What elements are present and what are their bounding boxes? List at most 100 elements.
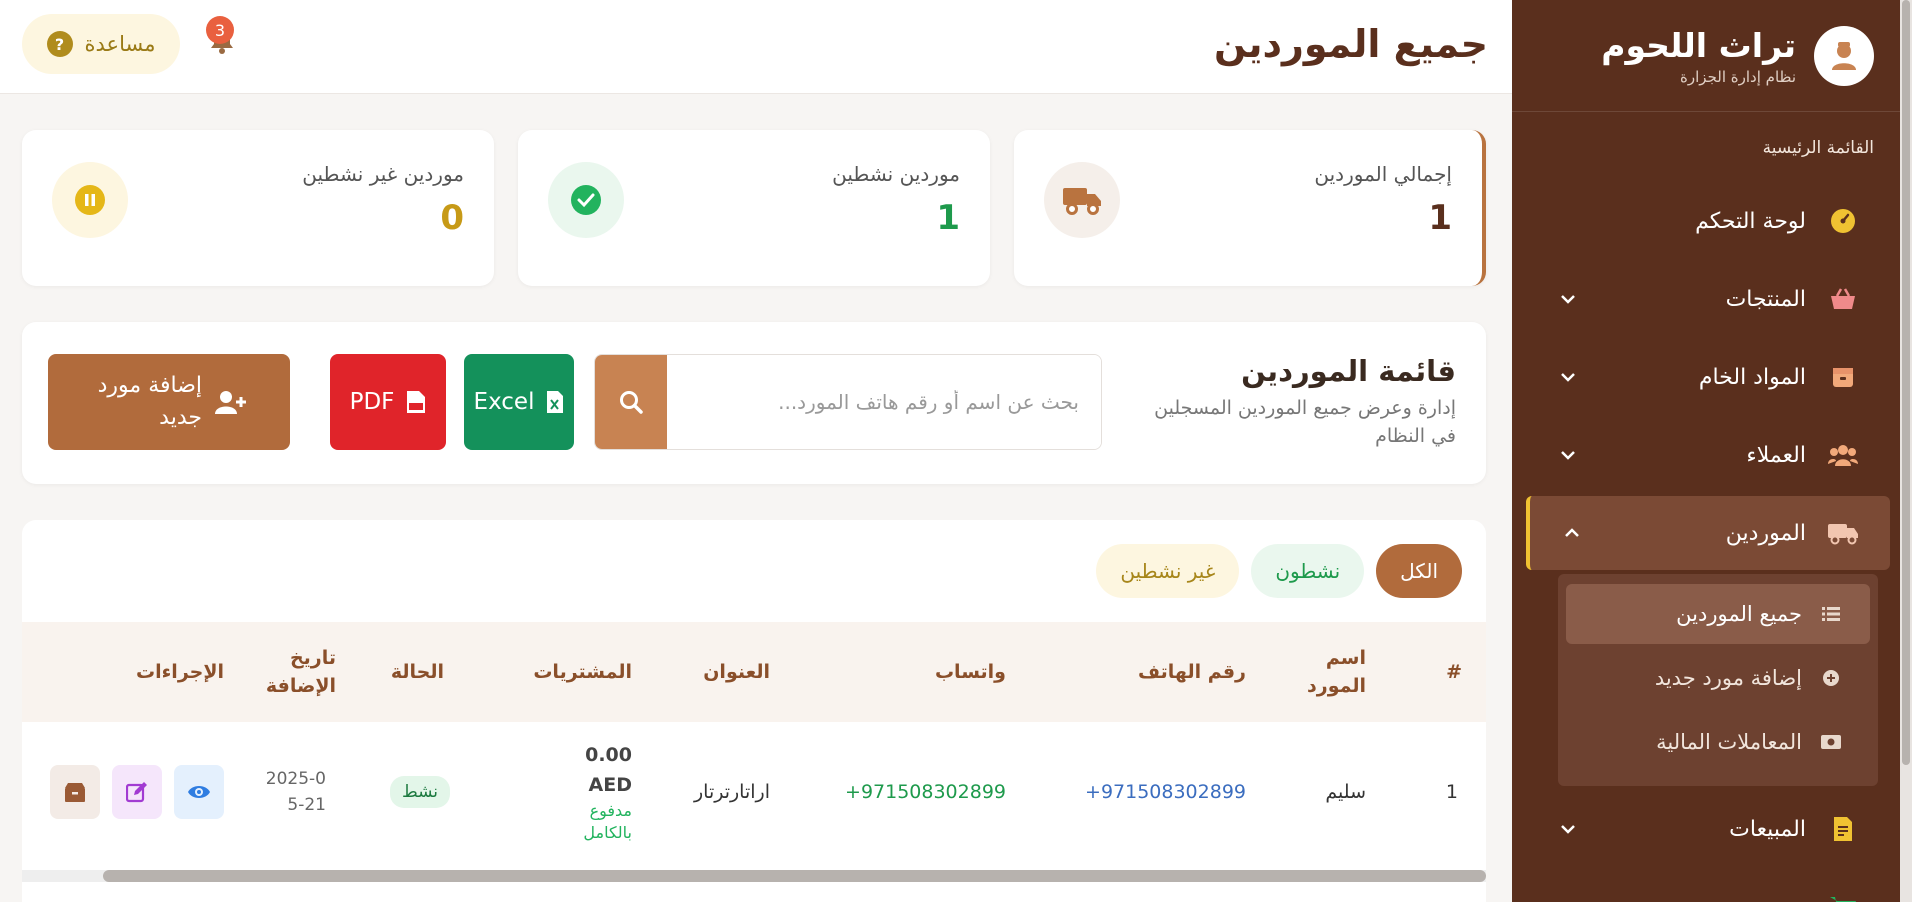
plus-circle-icon [1820,669,1842,687]
suppliers-submenu: جميع الموردين إضافة مورد جديد المعاملات … [1558,574,1878,786]
table-header: # اسم المورد رقم الهاتف واتساب العنوان ا… [22,622,1486,722]
submenu-item-label: المعاملات المالية [1656,730,1802,754]
cell-date: 2025-05-21 [265,769,326,815]
excel-file-icon [547,391,564,413]
submenu-item-label: جميع الموردين [1676,602,1802,626]
status-filters: الكل نشطون غير نشطين [1096,544,1462,598]
box-icon [65,783,85,802]
cell-status: نشط [389,722,450,862]
help-label: مساعدة [84,32,156,56]
export-excel-button[interactable]: Excel [464,354,574,450]
check-circle-icon [548,162,624,238]
column-header-name: اسم المورد [1307,647,1366,697]
edit-button[interactable] [112,765,162,819]
stat-value: 1 [936,198,960,238]
table-horizontal-scrollbar[interactable] [22,870,1486,882]
submenu-item-transactions[interactable]: المعاملات المالية [1566,712,1870,772]
sidebar-item-dashboard[interactable]: لوحة التحكم [1526,184,1890,258]
sidebar-scrollbar[interactable] [1900,0,1912,902]
purchases-amount: 0.00 [585,744,632,766]
cell-phone-link[interactable]: 971508302899+ [1085,722,1246,862]
filter-inactive[interactable]: غير نشطين [1096,544,1240,598]
cell-index: 1 [1445,781,1458,803]
sidebar-item-label: المنتجات [1725,286,1806,312]
submenu-item-label: إضافة مورد جديد [1654,666,1802,690]
top-header: جميع الموردين مساعدة ? 3 [0,0,1512,94]
cell-address: اراتارترتار [693,781,770,803]
question-icon: ? [46,31,73,57]
status-badge: نشط [389,776,450,808]
cell-name: سليم [1325,781,1366,803]
cell-purchases: 0.00 AED مدفوع بالكامل [532,722,632,862]
search-button[interactable] [595,355,667,449]
sidebar-item-products[interactable]: المنتجات [1526,262,1890,336]
sidebar-item-customers[interactable]: العملاء [1526,418,1890,492]
user-plus-icon [215,391,246,414]
basket-icon [1826,287,1860,311]
stat-label: موردين نشطين [832,162,960,186]
dashboard-icon [1826,208,1860,234]
chevron-down-icon [1556,294,1580,304]
filter-all[interactable]: الكل [1376,544,1462,598]
search-input[interactable] [667,355,1101,449]
brand-title: تراث اللحوم [1601,25,1796,65]
column-header-phone: رقم الهاتف [1138,661,1246,683]
chevron-down-icon [1556,372,1580,382]
submenu-item-add-supplier[interactable]: إضافة مورد جديد [1566,648,1870,708]
export-pdf-button[interactable]: PDF [330,354,446,450]
column-header-purchases: المشتريات [533,661,632,683]
sidebar-item-purchases-partial[interactable] [1526,870,1890,902]
purchases-status: مدفوع بالكامل [583,801,632,842]
notifications-button[interactable]: 3 [206,16,236,58]
add-supplier-label: إضافة مورد جديد [97,373,202,430]
edit-icon [126,782,147,803]
pdf-file-icon [407,391,426,413]
list-icon [1820,606,1842,622]
stat-card-inactive: موردين غير نشطين 0 [22,130,494,286]
sidebar-item-label: لوحة التحكم [1695,208,1806,234]
stat-label: موردين غير نشطين [302,162,464,186]
sidebar-item-sales[interactable]: المبيعات [1526,792,1890,866]
sidebar-item-label: المبيعات [1729,816,1806,842]
column-header-address: العنوان [703,661,770,683]
stat-value: 0 [440,198,464,238]
sidebar-item-label: المواد الخام [1698,364,1806,390]
box-icon [1826,365,1860,389]
stat-label: إجمالي الموردين [1314,162,1452,186]
purchases-currency: AED [588,774,632,796]
column-header-date: تاريخ الإضافة [265,647,336,697]
column-header-whatsapp: واتساب [934,661,1006,683]
archive-button[interactable] [50,765,100,819]
brand-subtitle: نظام إدارة الجزارة [1680,67,1796,86]
truck-icon [1044,162,1120,238]
cell-whatsapp-link[interactable]: 971508302899+ [845,722,1006,862]
column-header-status: الحالة [390,661,444,683]
stat-card-total: إجمالي الموردين 1 [1014,130,1486,286]
brand: تراث اللحوم نظام إدارة الجزارة [1512,0,1900,112]
sidebar-item-raw-materials[interactable]: المواد الخام [1526,340,1890,414]
column-header-index: # [1446,661,1462,683]
notification-badge: 3 [206,16,234,44]
chevron-down-icon [1556,450,1580,460]
cart-icon [1826,895,1860,902]
sidebar-item-label: الموردين [1725,520,1806,546]
search-icon [620,391,643,414]
excel-label: Excel [473,389,535,415]
filter-active[interactable]: نشطون [1251,544,1365,598]
truck-icon [1826,521,1860,545]
pdf-label: PDF [349,389,395,415]
chef-logo-icon [1814,25,1874,86]
sidebar-item-suppliers[interactable]: الموردين [1526,496,1890,570]
suppliers-toolbar-panel: قائمة الموردين إدارة وعرض جميع الموردين … [22,322,1486,484]
view-button[interactable] [174,765,224,819]
suppliers-table-panel: الكل نشطون غير نشطين # اسم المورد رقم ال… [22,520,1486,902]
column-header-actions: الإجراءات [135,661,224,683]
help-button[interactable]: مساعدة ? [22,14,180,74]
chevron-up-icon [1560,528,1584,538]
table-row: 1 سليم 971508302899+ 971508302899+ اراتا… [22,722,1486,862]
stat-value: 1 [1428,198,1452,238]
add-supplier-button[interactable]: إضافة مورد جديد [48,354,290,450]
money-icon [1820,735,1842,749]
submenu-item-all-suppliers[interactable]: جميع الموردين [1566,584,1870,644]
users-icon [1826,443,1860,467]
